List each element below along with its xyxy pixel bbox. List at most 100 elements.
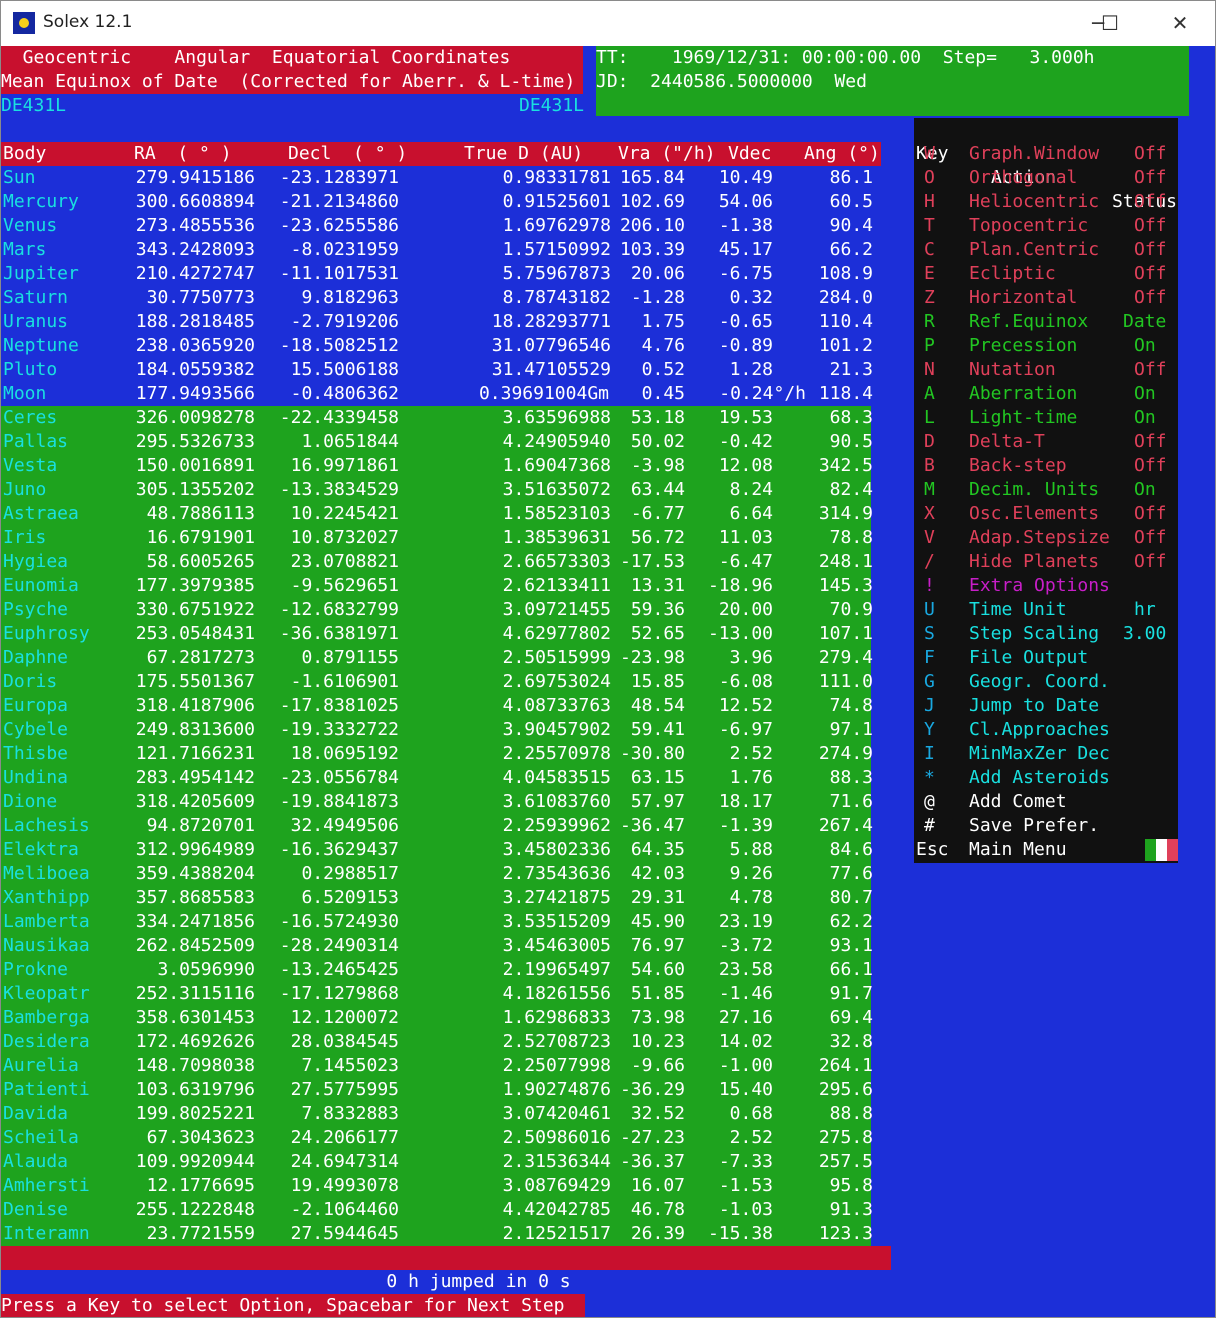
menu-item-step-scaling[interactable]: S Step Scaling 3.00 bbox=[914, 622, 1178, 646]
body-name[interactable]: Astraea bbox=[3, 502, 79, 526]
table-row[interactable]: Europa 318.4187906 -17.8381025 4.08733763 48… bbox=[1, 694, 873, 718]
menu-item-key[interactable]: X bbox=[924, 502, 935, 526]
menu-item-action[interactable]: Step Scaling bbox=[969, 622, 1099, 646]
body-name[interactable]: Kleopatr bbox=[3, 982, 90, 1006]
table-row[interactable]: Pallas 295.5326733 1.0651844 4.24905940 50.0… bbox=[1, 430, 873, 454]
menu-item-key[interactable]: J bbox=[924, 694, 935, 718]
menu-item-action[interactable]: Ecliptic bbox=[969, 262, 1056, 286]
body-name[interactable]: Aurelia bbox=[3, 1054, 79, 1078]
menu-item-delta-t[interactable]: D Delta-T Off bbox=[914, 430, 1178, 454]
menu-item-heliocentric[interactable]: H Heliocentric Off bbox=[914, 190, 1178, 214]
menu-item-key[interactable]: ! bbox=[924, 574, 935, 598]
menu-item-key[interactable]: W bbox=[924, 142, 935, 166]
menu-item-action[interactable]: Light-time bbox=[969, 406, 1077, 430]
table-row[interactable]: Alauda 109.9920944 24.6947314 2.31536344 -36… bbox=[1, 1150, 873, 1174]
console-area[interactable]: Geocentric Angular Equatorial Coordinate… bbox=[1, 46, 1215, 1317]
body-name[interactable]: Lamberta bbox=[3, 910, 90, 934]
body-name[interactable]: Xanthipp bbox=[3, 886, 90, 910]
menu-item-action[interactable]: Main Menu bbox=[969, 838, 1067, 862]
menu-item-action[interactable]: Hide Planets bbox=[969, 550, 1099, 574]
menu-item-key[interactable]: C bbox=[924, 238, 935, 262]
menu-item-key[interactable]: A bbox=[924, 382, 935, 406]
body-name[interactable]: Pallas bbox=[3, 430, 68, 454]
menu-item-action[interactable]: Save Prefer. bbox=[969, 814, 1099, 838]
menu-item-action[interactable]: Orthogonal bbox=[969, 166, 1077, 190]
menu-item-topocentric[interactable]: T Topocentric Off bbox=[914, 214, 1178, 238]
menu-item-decim-units[interactable]: M Decim. Units On bbox=[914, 478, 1178, 502]
table-row[interactable]: Venus 273.4855536 -23.6255586 1.69762978 206… bbox=[1, 214, 881, 238]
menu-item-time-unit[interactable]: U Time Unit hr bbox=[914, 598, 1178, 622]
menu-item-light-time[interactable]: L Light-time On bbox=[914, 406, 1178, 430]
table-row[interactable]: Daphne 67.2817273 0.8791155 2.50515999 -23.9… bbox=[1, 646, 873, 670]
menu-item-action[interactable]: Add Comet bbox=[969, 790, 1067, 814]
menu-item-key[interactable]: T bbox=[924, 214, 935, 238]
menu-item-extra-options[interactable]: ! Extra Options bbox=[914, 574, 1178, 598]
body-name[interactable]: Uranus bbox=[3, 310, 68, 334]
title-bar[interactable]: Solex 12.1 ─ ☐ ✕ bbox=[1, 1, 1215, 46]
menu-item-jump-to-date[interactable]: J Jump to Date bbox=[914, 694, 1178, 718]
menu-item-action[interactable]: Extra Options bbox=[969, 574, 1110, 598]
menu-item-key[interactable]: S bbox=[924, 622, 935, 646]
body-name[interactable]: Nausikaa bbox=[3, 934, 90, 958]
menu-item-file-output[interactable]: F File Output bbox=[914, 646, 1178, 670]
menu-item-geogr-coord[interactable]: G Geogr. Coord. bbox=[914, 670, 1178, 694]
body-name[interactable]: Undina bbox=[3, 766, 68, 790]
menu-item-action[interactable]: Precession bbox=[969, 334, 1077, 358]
body-name[interactable]: Eunomia bbox=[3, 574, 79, 598]
table-row[interactable]: Nausikaa 262.8452509 -28.2490314 3.45463005… bbox=[1, 934, 873, 958]
table-row[interactable]: Iris 16.6791901 10.8732027 1.38539631 56.72 1… bbox=[1, 526, 873, 550]
menu-item-main-menu[interactable]: Esc Main Menu bbox=[914, 838, 1178, 862]
table-row[interactable]: Pluto 184.0559382 15.5006188 31.47105529 0.5… bbox=[1, 358, 881, 382]
table-row[interactable]: Meliboea 359.4388204 0.2988517 2.73543636 42… bbox=[1, 862, 873, 886]
menu-item-horizontal[interactable]: Z Horizontal Off bbox=[914, 286, 1178, 310]
menu-item-key[interactable]: * bbox=[924, 766, 935, 790]
menu-item-key[interactable]: N bbox=[924, 358, 935, 382]
body-name[interactable]: Bamberga bbox=[3, 1006, 90, 1030]
menu-item-save-prefer[interactable]: # Save Prefer. bbox=[914, 814, 1178, 838]
table-row[interactable]: Aurelia 148.7098038 7.1455023 2.25077998 -9.… bbox=[1, 1054, 873, 1078]
menu-item-key[interactable]: / bbox=[924, 550, 935, 574]
menu-item-action[interactable]: Osc.Elements bbox=[969, 502, 1099, 526]
body-name[interactable]: Alauda bbox=[3, 1150, 68, 1174]
table-row[interactable]: Dione 318.4205609 -19.8841873 3.61083760 57.… bbox=[1, 790, 873, 814]
menu-item-action[interactable]: Adap.Stepsize bbox=[969, 526, 1110, 550]
body-name[interactable]: Lachesis bbox=[3, 814, 90, 838]
table-row[interactable]: Mars 343.2428093 -8.0231959 1.57150992 103.3… bbox=[1, 238, 881, 262]
table-row[interactable]: Astraea 48.7886113 10.2245421 1.58523103 -6.… bbox=[1, 502, 873, 526]
close-button[interactable]: ✕ bbox=[1157, 7, 1203, 39]
table-row[interactable]: Undina 283.4954142 -23.0556784 4.04583515 63… bbox=[1, 766, 873, 790]
menu-item-action[interactable]: Geogr. Coord. bbox=[969, 670, 1110, 694]
menu-item-key[interactable]: D bbox=[924, 430, 935, 454]
menu-item-minmaxzer-dec[interactable]: I MinMaxZer Dec bbox=[914, 742, 1178, 766]
menu-item-action[interactable]: Heliocentric bbox=[969, 190, 1099, 214]
body-name[interactable]: Amhersti bbox=[3, 1174, 90, 1198]
table-row[interactable]: Cybele 249.8313600 -19.3332722 3.90457902 59… bbox=[1, 718, 873, 742]
table-row[interactable]: Bamberga 358.6301453 12.1200072 1.62986833 7… bbox=[1, 1006, 873, 1030]
menu-item-key[interactable]: H bbox=[924, 190, 935, 214]
body-name[interactable]: Europa bbox=[3, 694, 68, 718]
menu-item-action[interactable]: Nutation bbox=[969, 358, 1056, 382]
menu-item-ref-equinox[interactable]: R Ref.Equinox Date bbox=[914, 310, 1178, 334]
table-row[interactable]: Desidera 172.4692626 28.0384545 2.52708723 1… bbox=[1, 1030, 873, 1054]
body-name[interactable]: Denise bbox=[3, 1198, 68, 1222]
table-row[interactable]: Kleopatr 252.3115116 -17.1279868 4.18261556… bbox=[1, 982, 873, 1006]
table-row[interactable]: Patienti 103.6319796 27.5775995 1.90274876-… bbox=[1, 1078, 873, 1102]
body-name[interactable]: Jupiter bbox=[3, 262, 79, 286]
menu-item-action[interactable]: Ref.Equinox bbox=[969, 310, 1088, 334]
body-name[interactable]: Elektra bbox=[3, 838, 79, 862]
table-row[interactable]: Amhersti 12.1776695 19.4993078 3.08769429 16… bbox=[1, 1174, 873, 1198]
body-name[interactable]: Juno bbox=[3, 478, 46, 502]
body-name[interactable]: Moon bbox=[3, 382, 46, 406]
body-name[interactable]: Interamn bbox=[3, 1222, 90, 1246]
menu-item-key[interactable]: B bbox=[924, 454, 935, 478]
body-name[interactable]: Mercury bbox=[3, 190, 79, 214]
menu-item-osc-elements[interactable]: X Osc.Elements Off bbox=[914, 502, 1178, 526]
menu-item-add-asteroids[interactable]: * Add Asteroids bbox=[914, 766, 1178, 790]
menu-item-key[interactable]: Z bbox=[924, 286, 935, 310]
table-row[interactable]: Psyche 330.6751922 -12.6832799 3.09721455 59… bbox=[1, 598, 873, 622]
body-name[interactable]: Hygiea bbox=[3, 550, 68, 574]
menu-item-action[interactable]: Cl.Approaches bbox=[969, 718, 1110, 742]
table-row[interactable]: Euphrosy 253.0548431 -36.6381971 4.62977802… bbox=[1, 622, 873, 646]
body-name[interactable]: Davida bbox=[3, 1102, 68, 1126]
table-row[interactable]: Mercury 300.6608894 -21.2134860 0.91525601 1… bbox=[1, 190, 881, 214]
